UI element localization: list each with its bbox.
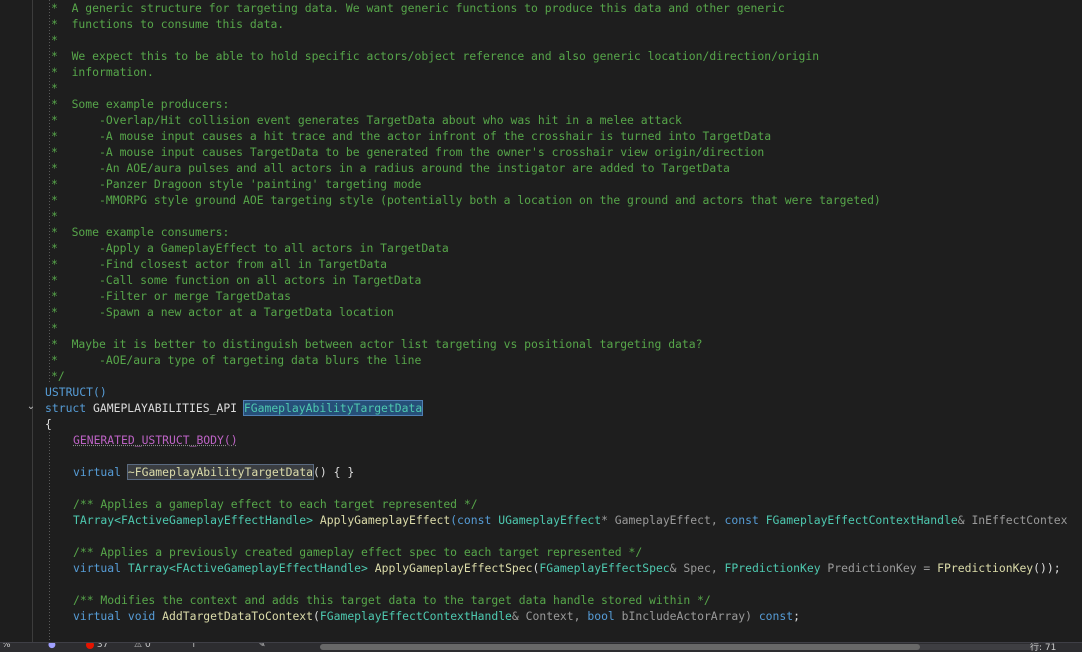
code-editor[interactable]: ⌄ * A generic structure for targeting da… [0,0,1082,642]
destructor-name[interactable]: ~FGameplayAbilityTargetData [126,464,315,480]
doc-comment-2: /** Applies a previously created gamepla… [73,545,643,559]
function-name: ApplyGameplayEffect [319,513,451,527]
error-count: 37 [96,642,109,650]
doc-comment-1: /** Applies a gameplay effect to each ta… [73,497,478,511]
brush-icon[interactable]: ✎ [258,643,266,650]
comment-line: * [51,33,58,47]
comment-line: * -Panzer Dragoon style 'painting' targe… [51,177,422,191]
virtual-keyword: virtual [73,561,122,575]
param-text: & InEffectContex [957,513,1068,527]
gutter [0,0,44,642]
struct-keyword: struct [45,401,87,415]
param-type: FPredictionKey [937,561,1034,575]
destructor-line: virtual ~FGameplayAbilityTargetData() { … [73,464,354,480]
virtual-void-keyword: virtual void [73,609,156,623]
param-type: UGameplayEffect [498,513,602,527]
add-target-data-line: virtual void AddTargetDataToContext(FGam… [73,608,800,624]
comment-line: * functions to consume this data. [51,17,285,31]
apply-gameplay-effect-spec-line: virtual TArray<FActiveGameplayEffectHand… [73,560,1061,576]
comment-line: * -Apply a GameplayEffect to all actors … [51,241,449,255]
apply-gameplay-effect-line: TArray<FActiveGameplayEffectHandle> Appl… [73,512,1067,528]
comment-line: * [51,209,58,223]
error-indicator[interactable]: 37 [86,642,109,650]
param-text: ()); [1033,561,1061,575]
warning-icon: ⚠ [134,642,143,650]
comment-line: * Maybe it is better to distinguish betw… [51,337,703,351]
function-name: ApplyGameplayEffectSpec [374,561,533,575]
comment-line: * -Overlap/Hit collision event generates… [51,113,682,127]
param-text: * GameplayEffect, [601,513,725,527]
indent-guide [49,432,50,642]
comment-line: * Some example producers: [51,97,230,111]
generated-body-line: GENERATED_USTRUCT_BODY() [73,432,238,448]
doc-comment-3: /** Modifies the context and adds this t… [73,593,711,607]
api-macro: GAMEPLAYABILITIES_API [93,401,238,415]
ustruct-macro: USTRUCT() [45,385,107,399]
comment-line: * -Filter or merge TargetDatas [51,289,292,303]
comment-line: * Some example consumers: [51,225,230,239]
struct-declaration: struct GAMEPLAYABILITIES_API FGameplayAb… [45,400,424,416]
comment-line: * [51,321,58,335]
param-type: FPredictionKey [724,561,821,575]
indent-guide [49,0,50,384]
comment-line: * information. [51,65,154,79]
comment-line: * -An AOE/aura pulses and all actors in … [51,161,730,175]
comment-line: * A generic structure for targeting data… [51,1,785,15]
return-type: TArray<FActiveGameplayEffectHandle> [73,513,314,527]
param-text: bIncludeActorArray) [614,609,759,623]
destructor-tail: () { } [313,465,355,479]
zoom-level[interactable]: % [2,643,11,650]
param-text: & Spec, [669,561,725,575]
bool-keyword: bool [587,609,615,623]
comment-line: * We expect this to be able to hold spec… [51,49,820,63]
fold-guide [32,0,33,642]
comment-line: * -Spawn a new actor at a TargetData loc… [51,305,394,319]
param-text: PredictionKey = [820,561,938,575]
horizontal-scrollbar[interactable] [320,644,1040,650]
comment-line: * -Find closest actor from all in Target… [51,257,388,271]
collapse-chevron-icon[interactable]: ⌄ [24,400,38,414]
param-text: (const [450,513,499,527]
param-type: FGameplayEffectContextHandle [319,609,512,623]
comment-line: * -AOE/aura type of targeting data blurs… [51,353,422,367]
comment-line: * -A mouse input causes a hit trace and … [51,129,772,143]
intellisense-icon[interactable]: ● [48,643,56,650]
struct-name-selected[interactable]: FGameplayAbilityTargetData [242,400,424,416]
param-text: ; [793,609,800,623]
comment-line: * -MMORPG style ground AOE targeting sty… [51,193,881,207]
const-keyword: const [758,609,794,623]
param-type: FGameplayEffectContextHandle [765,513,958,527]
generated-body-macro: GENERATED_USTRUCT_BODY() [73,433,238,447]
warning-count: 0 [144,642,151,650]
comment-line: * [51,81,58,95]
nav-up-icon[interactable]: ↑ [190,643,198,650]
warning-indicator[interactable]: ⚠ 0 [134,642,151,650]
scrollbar-thumb[interactable] [320,644,920,650]
comment-line: * -A mouse input causes TargetData to be… [51,145,765,159]
param-type: FGameplayEffectSpec [539,561,670,575]
return-type: TArray<FActiveGameplayEffectHandle> [127,561,368,575]
comment-line: */ [51,369,65,383]
param-text: & Context, [511,609,588,623]
open-brace: { [45,417,52,431]
const-keyword: const [724,513,766,527]
virtual-keyword: virtual [73,465,122,479]
param-text: ( [313,609,320,623]
function-name: AddTargetDataToContext [162,609,314,623]
error-icon [86,643,94,649]
comment-line: * -Call some function on all actors in T… [51,273,422,287]
